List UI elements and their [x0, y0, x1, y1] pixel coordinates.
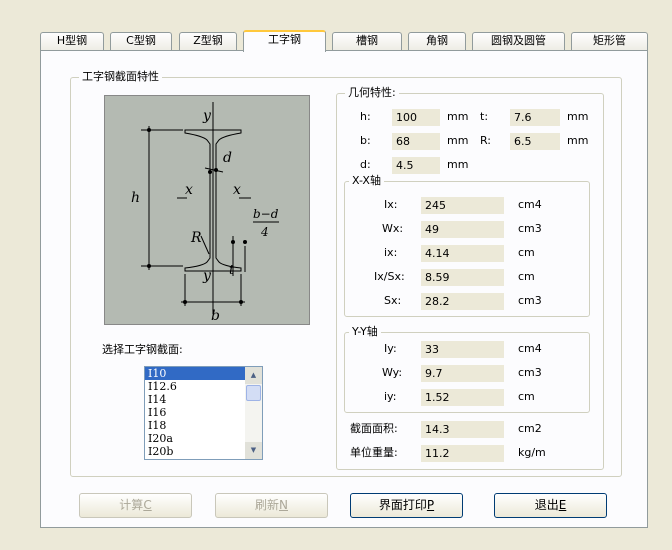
label-b: b — [211, 308, 220, 324]
group-title: 工字钢截面特性 — [79, 70, 162, 84]
h-unit: mm — [447, 110, 469, 123]
list-item[interactable]: I18 — [145, 419, 245, 432]
select-section-label: 选择工字钢截面: — [102, 343, 183, 356]
d-label: d: — [360, 158, 371, 171]
print-button[interactable]: 界面打印P — [350, 493, 463, 518]
iy-radius-label: iy: — [384, 390, 397, 403]
yy-axis-title: Y-Y轴 — [349, 325, 381, 339]
list-item[interactable]: I12.6 — [145, 380, 245, 393]
r-value: 6.5 — [510, 133, 560, 150]
ix-label: Ix: — [384, 198, 398, 211]
b-unit: mm — [447, 134, 469, 147]
exit-button[interactable]: 退出E — [494, 493, 607, 518]
list-item[interactable]: I20a — [145, 432, 245, 445]
geometry-title: 几何特性: — [345, 86, 399, 100]
xx-axis-title: X-X轴 — [349, 174, 384, 188]
list-item[interactable]: I20b — [145, 445, 245, 458]
h-value: 100 — [392, 109, 440, 126]
tab-i-beam[interactable]: 工字钢 — [243, 30, 326, 52]
r-unit: mm — [567, 134, 589, 147]
label-r: R — [190, 230, 202, 246]
h-label: h: — [360, 110, 371, 123]
ix-unit: cm4 — [518, 198, 542, 211]
calculate-button[interactable]: 计算C — [79, 493, 192, 518]
tab-c-steel[interactable]: C型钢 — [110, 32, 172, 50]
wx-unit: cm3 — [518, 222, 542, 235]
b-label: b: — [360, 134, 371, 147]
wx-value: 49 — [421, 221, 504, 238]
label-d: d — [223, 150, 232, 166]
scroll-up-icon[interactable]: ▲ — [245, 367, 262, 384]
t-value: 7.6 — [510, 109, 560, 126]
label-h: h — [131, 190, 140, 206]
label-x-right: x — [233, 182, 241, 198]
t-unit: mm — [567, 110, 589, 123]
label-y-top: y — [202, 108, 212, 124]
iy-label: Iy: — [384, 342, 397, 355]
ix-sx-unit: cm — [518, 270, 535, 283]
area-label: 截面面积: — [350, 422, 398, 435]
wy-label: Wy: — [382, 366, 403, 379]
list-item[interactable]: I16 — [145, 406, 245, 419]
tab-h-steel[interactable]: H型钢 — [40, 32, 104, 50]
label-t: t — [229, 263, 235, 278]
tab-round-steel-tube[interactable]: 圆钢及圆管 — [472, 32, 565, 50]
label-slope-denominator: 4 — [260, 225, 269, 239]
i-beam-diagram: y y x x h d R t b b−d 4 — [104, 95, 310, 325]
weight-label: 单位重量: — [350, 446, 398, 459]
r-label: R: — [480, 134, 492, 147]
scroll-thumb[interactable] — [246, 385, 261, 401]
iy-radius-unit: cm — [518, 390, 535, 403]
list-item[interactable]: I14 — [145, 393, 245, 406]
tab-rect-tube[interactable]: 矩形管 — [571, 32, 648, 50]
wy-value: 9.7 — [421, 365, 504, 382]
wy-unit: cm3 — [518, 366, 542, 379]
label-y-bottom: y — [202, 268, 212, 284]
tab-angle-steel[interactable]: 角钢 — [408, 32, 466, 50]
label-slope-numerator: b−d — [253, 207, 279, 221]
scroll-down-icon[interactable]: ▼ — [245, 442, 262, 459]
listbox-scrollbar[interactable]: ▲ ▼ — [245, 367, 262, 459]
tab-bar: H型钢 C型钢 Z型钢 工字钢 槽钢 角钢 圆钢及圆管 矩形管 — [40, 30, 648, 52]
t-label: t: — [480, 110, 489, 123]
section-listbox[interactable]: I10 I12.6 I14 I16 I18 I20a I20b ▲ ▼ — [144, 366, 263, 460]
iy-radius-value: 1.52 — [421, 389, 504, 406]
ix-sx-label: Ix/Sx: — [374, 270, 405, 283]
refresh-button[interactable]: 刷新N — [215, 493, 328, 518]
area-value: 14.3 — [421, 421, 504, 438]
weight-unit: kg/m — [518, 446, 546, 459]
ix-value: 245 — [421, 197, 504, 214]
d-unit: mm — [447, 158, 469, 171]
i-beam-drawing: y y x x h d R t b b−d 4 — [131, 102, 279, 324]
wx-label: Wx: — [382, 222, 404, 235]
tab-channel-steel[interactable]: 槽钢 — [332, 32, 402, 50]
iy-unit: cm4 — [518, 342, 542, 355]
b-value: 68 — [392, 133, 440, 150]
iy-value: 33 — [421, 341, 504, 358]
sx-label: Sx: — [384, 294, 402, 307]
ix-radius-value: 4.14 — [421, 245, 504, 262]
sx-unit: cm3 — [518, 294, 542, 307]
tab-z-steel[interactable]: Z型钢 — [179, 32, 237, 50]
ix-radius-label: ix: — [384, 246, 398, 259]
ix-sx-value: 8.59 — [421, 269, 504, 286]
label-x-left: x — [185, 182, 193, 198]
weight-value: 11.2 — [421, 445, 504, 462]
list-item[interactable]: I10 — [145, 367, 245, 380]
area-unit: cm2 — [518, 422, 542, 435]
ix-radius-unit: cm — [518, 246, 535, 259]
d-value: 4.5 — [392, 157, 440, 174]
sx-value: 28.2 — [421, 293, 504, 310]
